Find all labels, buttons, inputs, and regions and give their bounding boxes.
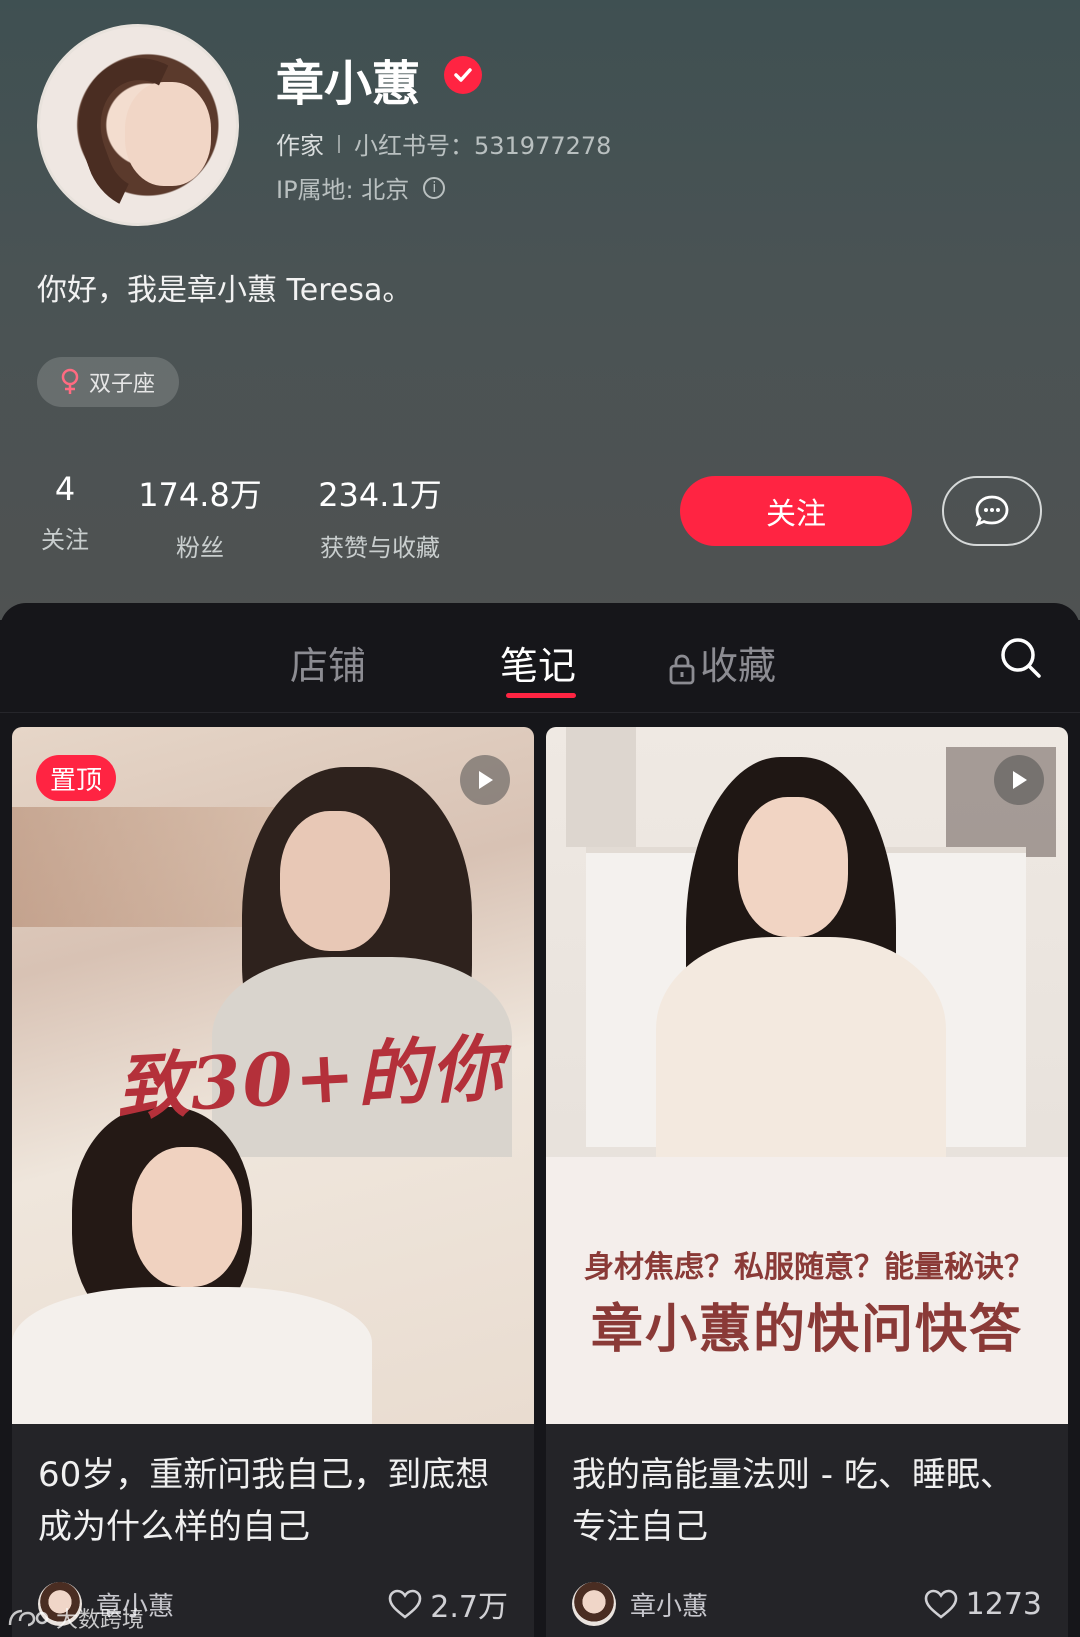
active-tab-indicator — [506, 693, 576, 698]
video-play-button[interactable] — [460, 755, 510, 805]
play-icon — [479, 771, 493, 789]
author-name[interactable]: 章小蕙 — [630, 1586, 924, 1623]
cover-headline: 章小蕙的快问快答 — [590, 1299, 1023, 1360]
profile-header: 章小蕙 作家 小红书号：531977278 IP属地: 北京 i 你好，我是章小… — [0, 0, 1080, 620]
verified-icon — [444, 56, 482, 94]
heart-icon — [924, 1589, 957, 1619]
watermark-text: 大数跨境 — [56, 1608, 145, 1633]
stat-value: 174.8万 — [138, 476, 262, 514]
account-id[interactable]: 小红书号：531977278 — [354, 126, 611, 161]
note-card[interactable]: 身材焦虑？私服随意？能量秘诀？ 章小蕙的快问快答 我的高能量法则 - 吃、睡眠、… — [546, 727, 1068, 1637]
like-count: 2.7万 — [430, 1590, 508, 1625]
profile-avatar[interactable] — [37, 24, 239, 226]
stat-likes-collects[interactable]: 234.1万 获赞与收藏 — [300, 470, 460, 563]
stat-label: 粉丝 — [176, 534, 224, 562]
stat-label: 获赞与收藏 — [320, 534, 440, 562]
note-cover-image[interactable]: 身材焦虑？私服随意？能量秘诀？ 章小蕙的快问快答 — [546, 727, 1068, 1424]
female-icon — [61, 368, 79, 394]
zodiac-tag: 双子座 — [37, 357, 180, 407]
meta-divider — [338, 134, 340, 153]
watermark-logo-icon — [8, 1609, 49, 1627]
follow-button[interactable]: 关注 — [680, 476, 912, 546]
occupation-label: 作家 — [276, 132, 324, 160]
profile-tabs: 店铺 笔记 收藏 — [0, 603, 1080, 713]
profile-meta: 作家 小红书号：531977278 — [276, 126, 611, 161]
stat-label: 关注 — [41, 526, 89, 554]
play-icon — [1013, 771, 1027, 789]
info-icon[interactable]: i — [423, 176, 446, 199]
note-footer: 章小蕙 1273 — [572, 1582, 1042, 1626]
note-cover-image[interactable]: 置顶 致30+的你 — [12, 727, 534, 1424]
author-avatar[interactable] — [572, 1582, 616, 1626]
stat-value: 4 — [54, 470, 76, 508]
tab-shop[interactable]: 店铺 — [290, 635, 366, 690]
like-button[interactable]: 2.7万 — [388, 1582, 508, 1626]
note-card[interactable]: 置顶 致30+的你 60岁，重新问我自己，到底想成为什么样的自己 章小蕙 2.7… — [12, 727, 534, 1637]
stat-followers[interactable]: 174.8万 粉丝 — [130, 470, 270, 563]
content-panel: 店铺 笔记 收藏 置顶 致30+的你 60岁，重新问我自己，到底想成为什么样的自… — [0, 603, 1080, 1637]
stat-following[interactable]: 4 关注 — [37, 470, 93, 555]
tab-collections-label: 收藏 — [700, 644, 777, 688]
message-button[interactable] — [942, 476, 1042, 546]
like-button[interactable]: 1273 — [924, 1587, 1042, 1622]
note-title[interactable]: 60岁，重新问我自己，到底想成为什么样的自己 — [38, 1449, 508, 1553]
ip-location: IP属地: 北京 i — [276, 170, 446, 205]
zodiac-label: 双子座 — [89, 372, 156, 397]
pinned-badge: 置顶 — [36, 755, 117, 801]
tab-collections[interactable]: 收藏 — [668, 635, 776, 690]
heart-icon — [388, 1589, 422, 1619]
chat-bubble-icon — [975, 495, 1009, 527]
note-title[interactable]: 我的高能量法则 - 吃、睡眠、专注自己 — [572, 1449, 1042, 1553]
search-button[interactable] — [998, 635, 1044, 681]
stat-value: 234.1万 — [318, 476, 442, 514]
watermark: 大数跨境 — [6, 1602, 144, 1634]
ip-label: IP属地: 北京 — [276, 176, 410, 204]
cover-subheadline: 身材焦虑？私服随意？能量秘诀？ — [584, 1250, 1034, 1285]
cover-headline: 致30+的你 — [114, 1024, 507, 1131]
search-icon — [1001, 638, 1041, 678]
like-count: 1273 — [965, 1586, 1042, 1622]
video-play-button[interactable] — [994, 755, 1044, 805]
profile-bio: 你好，我是章小蕙 Teresa。 — [37, 273, 413, 308]
tab-notes[interactable]: 笔记 — [500, 635, 576, 690]
lock-icon — [669, 654, 695, 684]
profile-name: 章小蕙 — [276, 56, 421, 112]
